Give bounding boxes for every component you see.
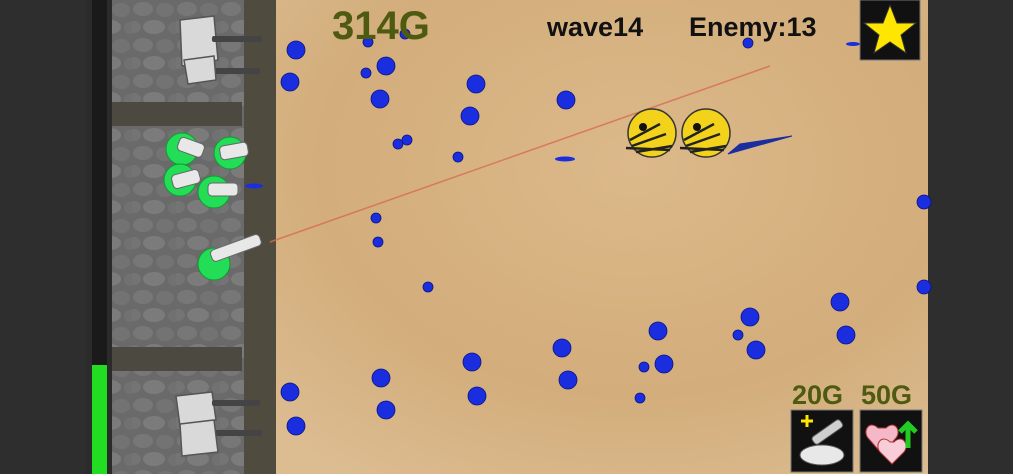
bullet (467, 386, 487, 406)
bullet (401, 134, 413, 146)
bullet (466, 74, 486, 94)
bullet (280, 72, 300, 92)
heal-button[interactable] (859, 409, 923, 473)
enemy-counter: Enemy:13 (689, 12, 817, 42)
bullet (452, 151, 464, 163)
turret-cost-label: 20G (792, 380, 844, 410)
bullet (916, 279, 932, 295)
bullet (371, 368, 391, 388)
bullet (280, 382, 300, 402)
special-ability-button[interactable] (859, 0, 921, 61)
bullet (836, 325, 856, 345)
bullet (916, 194, 932, 210)
bullet (552, 338, 572, 358)
bullet (746, 340, 766, 360)
right-margin (928, 0, 1013, 474)
bullet (556, 90, 576, 110)
bullet (460, 106, 480, 126)
bullet (555, 156, 575, 162)
bullet (286, 40, 306, 60)
bullet (422, 281, 434, 293)
bullet (360, 67, 372, 79)
bullet (558, 370, 578, 390)
heal-cost-label: 50G (861, 380, 913, 410)
gold-counter: 314G (332, 4, 430, 48)
bullet (830, 292, 850, 312)
bullet (634, 392, 646, 404)
bullet (376, 400, 396, 420)
bullet (654, 354, 674, 374)
bullet (638, 361, 650, 373)
health-bar-fill (92, 365, 107, 474)
bullet (245, 183, 263, 189)
wall-ledge-top (112, 102, 242, 126)
bullet (370, 89, 390, 109)
bullet (372, 236, 384, 248)
bullet (462, 352, 482, 372)
wall-ledge-bottom (112, 347, 242, 371)
bullet (648, 321, 668, 341)
bullet (370, 212, 382, 224)
left-margin (0, 0, 86, 474)
buy-turret-button[interactable] (790, 409, 854, 473)
bullet (392, 138, 404, 150)
bullet (286, 416, 306, 436)
bullet (376, 56, 396, 76)
wave-counter: wave14 (547, 12, 644, 42)
bullet (732, 329, 744, 341)
bullet (740, 307, 760, 327)
bullet (846, 42, 860, 46)
